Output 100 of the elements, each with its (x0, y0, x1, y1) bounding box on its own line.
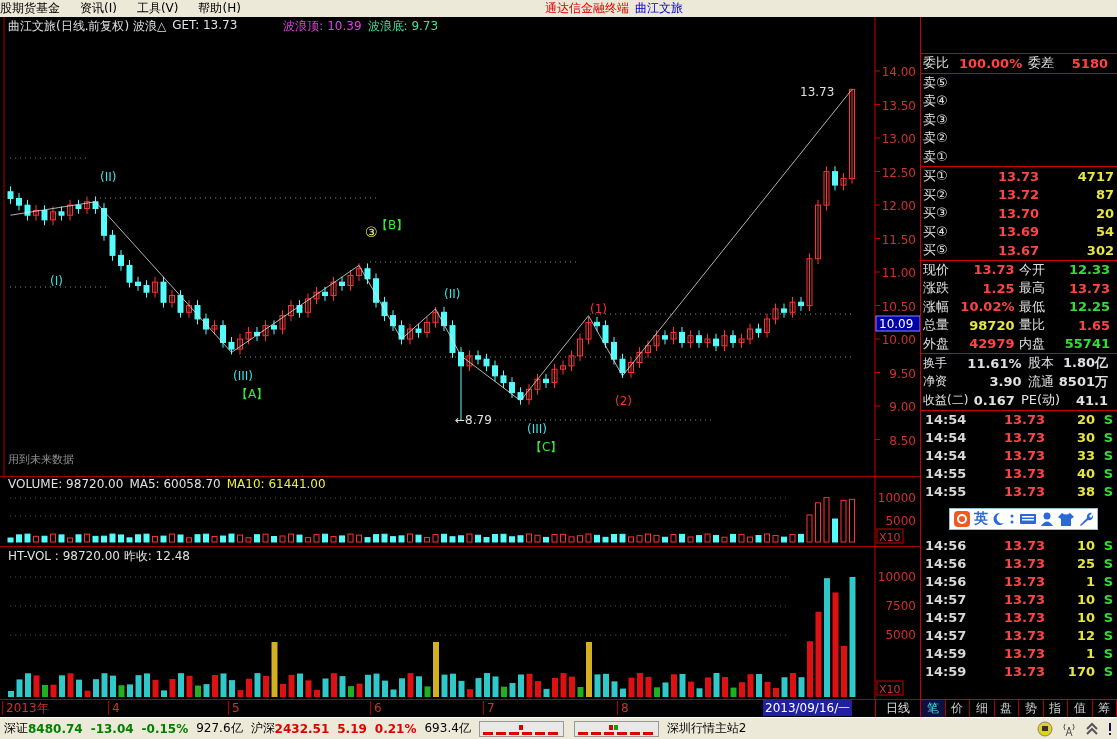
trade-price: 13.73 (1002, 610, 1045, 625)
candlestick (747, 323, 753, 345)
candlestick (721, 329, 728, 352)
trade-price: 13.73 (1002, 592, 1045, 607)
quote-value: 100.00% (959, 55, 1024, 71)
index-value: 2432.51 (274, 721, 330, 736)
trade-price: 13.73 (1002, 574, 1045, 589)
ht-volume-value: HT-VOL : 98720.00 昨收: 12.48 (8, 548, 190, 566)
candlestick (271, 319, 277, 335)
candlestick (577, 333, 583, 362)
date-cursor: 2013/09/16/一 (763, 700, 853, 717)
wrench-icon[interactable] (1078, 510, 1094, 527)
period-label[interactable]: 日线 (876, 700, 920, 717)
candlestick (33, 204, 39, 222)
menu-item[interactable]: 股期货基金 (0, 0, 60, 17)
quote-label: 量比 (1018, 316, 1046, 335)
trade-volume: 10 (1075, 538, 1095, 553)
wave-label: (III) (233, 369, 253, 383)
volume-tick: 5000 (885, 628, 916, 643)
index-name: 深证 (4, 720, 28, 737)
ask-label: 卖③ (923, 110, 949, 129)
trade-time: 14:55 (925, 466, 968, 481)
candlestick (798, 296, 804, 312)
quote-label: 股本 (1027, 354, 1054, 373)
candlestick (849, 88, 855, 185)
price-tick: 12.50 (881, 165, 916, 180)
trade-volume: 20 (1075, 412, 1095, 427)
candlestick (305, 293, 311, 319)
quote-label: 今开 (1018, 260, 1046, 279)
candlestick (730, 329, 736, 349)
ask-label: 卖④ (923, 92, 949, 111)
volume-tick: 10000 (877, 570, 916, 585)
wave-label: 【C】 (530, 440, 563, 454)
candlestick (568, 349, 575, 372)
future-data-note: 用到未来数据 (8, 453, 74, 466)
trade-price: 13.73 (1002, 646, 1045, 661)
shirt-icon[interactable] (1057, 510, 1075, 527)
trade-price: 13.73 (1002, 448, 1045, 463)
ask-label: 卖② (923, 129, 949, 148)
quote-label: 外盘 (923, 334, 950, 353)
bid-volume: 4717 (1076, 168, 1114, 184)
quote-label: 委比 (923, 54, 950, 73)
language-toggle[interactable]: 英 (974, 509, 988, 528)
quote-label: 收益(二) (923, 391, 967, 409)
price-note: ←8.79 (455, 413, 492, 427)
quote-value: 42979 (968, 336, 1016, 352)
candlestick (288, 299, 294, 322)
price-tick: 11.00 (881, 266, 916, 280)
candlestick (407, 323, 413, 345)
date-label: 5 (228, 701, 240, 716)
candlestick (109, 229, 116, 262)
candlestick (687, 329, 694, 349)
quote-value: 3.90 (988, 374, 1023, 390)
trade-side: S (1102, 538, 1113, 553)
trade-volume: 1 (1084, 574, 1095, 589)
wave-label: (I) (50, 274, 63, 288)
trade-price: 13.73 (1002, 556, 1045, 571)
candlestick (118, 249, 124, 272)
ask-label: 卖⑤ (923, 73, 949, 92)
person-icon[interactable] (1040, 510, 1054, 527)
menu-item[interactable]: 工具(V) (136, 0, 179, 17)
bid-price: 13.69 (996, 224, 1039, 240)
index-amount: 927.6亿 (196, 720, 243, 737)
price-note: 13.73 (800, 85, 835, 99)
menu-item[interactable]: 帮助(H) (198, 0, 241, 17)
bid-label: 买⑤ (923, 241, 949, 260)
candlestick (373, 272, 379, 309)
quote-value: 0.167 (972, 392, 1016, 408)
trade-time: 14:59 (925, 646, 968, 661)
date-label: 4 (108, 701, 120, 716)
exclamation-icon[interactable] (1107, 720, 1113, 737)
quote-label: 现价 (923, 260, 950, 279)
chart-title: 曲江文旅(日线.前复权) 波浪△ (8, 18, 167, 35)
trade-time: 14:56 (925, 538, 968, 553)
candlestick (526, 383, 532, 406)
trade-side: S (1102, 646, 1113, 661)
candlestick (50, 205, 56, 226)
price-tick: 13.00 (881, 132, 916, 146)
market-breadth-icon (478, 720, 659, 737)
date-label: 8 (617, 701, 629, 716)
panel-tab[interactable]: 笔 (921, 700, 946, 717)
candlestick (551, 363, 558, 389)
scale-tag: X10 (876, 680, 904, 697)
logo-icon[interactable] (953, 509, 971, 528)
moon-icon[interactable] (991, 510, 1005, 527)
quote-label: PE(动) (1020, 391, 1061, 410)
candlestick (220, 319, 226, 349)
menu-item[interactable]: 资讯(I) (80, 0, 117, 17)
candlestick (611, 336, 617, 366)
trade-price: 13.73 (1002, 628, 1045, 643)
bid-volume: 54 (1094, 224, 1114, 240)
index-amount: 693.4亿 (424, 720, 471, 737)
keyboard-icon[interactable] (1019, 511, 1037, 526)
trade-side: S (1102, 466, 1113, 481)
bid-volume: 302 (1085, 242, 1114, 258)
candlestick (339, 276, 345, 292)
ma5-value: MA5: 60058.70 (129, 477, 221, 492)
double-up-arrow-icon[interactable] (1085, 720, 1099, 737)
quote-value: 10.02% (959, 299, 1016, 315)
candlestick (696, 329, 702, 349)
